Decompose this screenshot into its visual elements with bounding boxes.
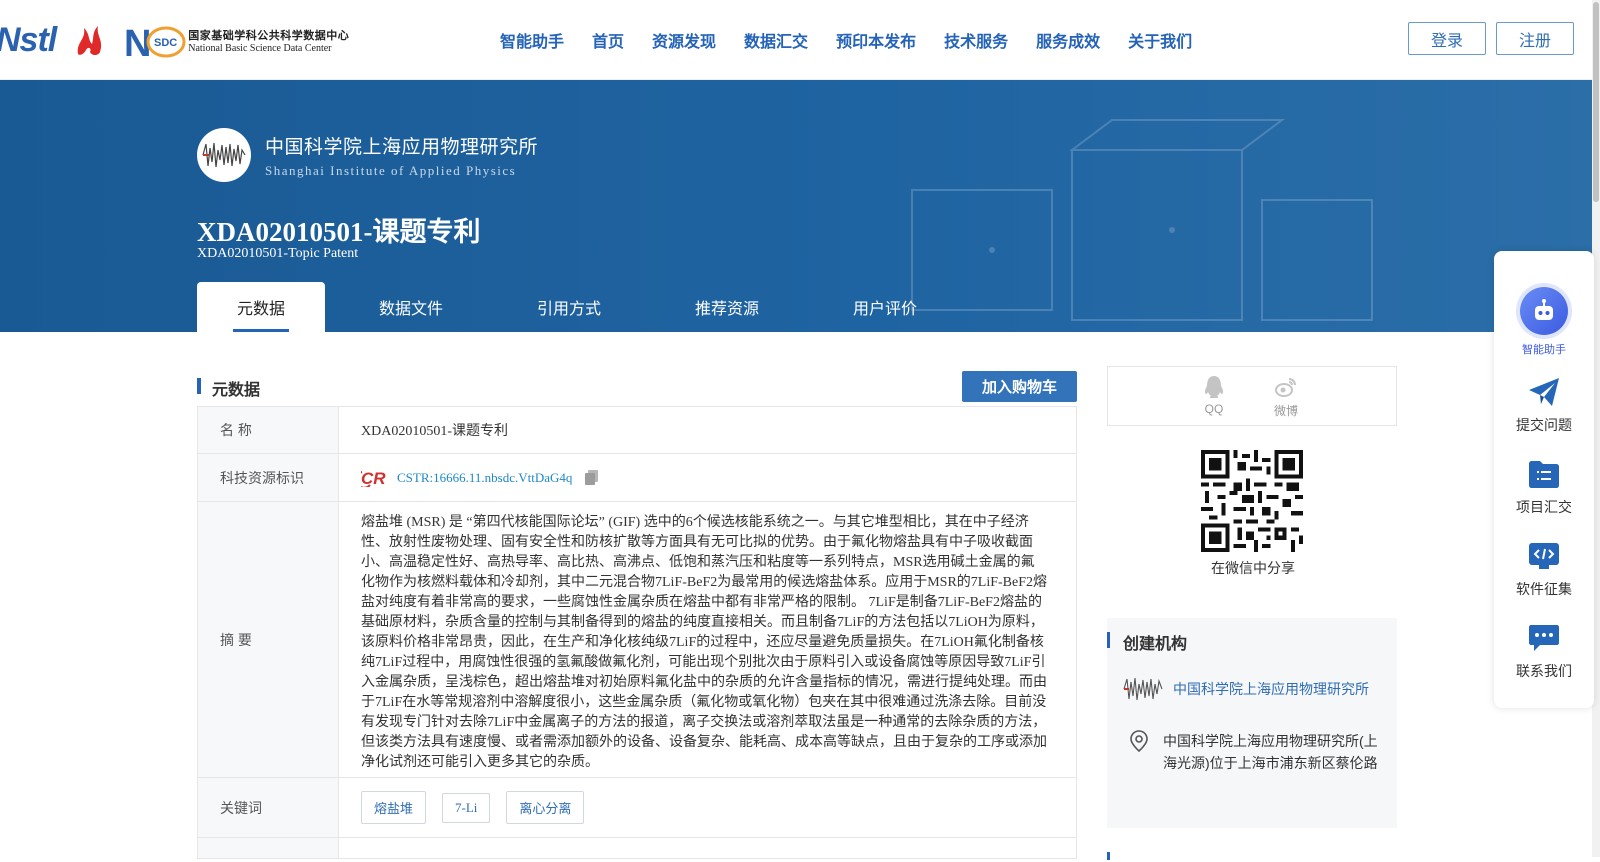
location-pin-icon [1130, 730, 1148, 752]
login-button[interactable]: 登录 [1408, 22, 1486, 55]
nav-about[interactable]: 关于我们 [1128, 28, 1192, 52]
tab-metadata[interactable]: 元数据 [197, 282, 325, 332]
qq-label: QQ [1204, 402, 1224, 416]
nstl-logo[interactable]: Nstl [0, 21, 57, 60]
float-software-label: 软件征集 [1516, 581, 1572, 597]
org-logo-icon [1123, 677, 1163, 701]
tab-user-reviews[interactable]: 用户评价 [813, 282, 957, 332]
nsdc-mark-icon: N SDC [124, 23, 186, 60]
code-window-icon [1527, 539, 1561, 573]
float-ai-assistant[interactable]: 智能助手 [1494, 287, 1594, 357]
float-project-label: 项目汇交 [1516, 499, 1572, 515]
weibo-icon [1275, 378, 1296, 397]
chat-bubble-icon [1527, 621, 1561, 655]
svg-text:CR: CR [361, 469, 386, 487]
org-section-title: 创建机构 [1123, 636, 1188, 653]
nav-service-results[interactable]: 服务成效 [1036, 28, 1100, 52]
share-box: QQ 微博 [1107, 366, 1397, 426]
nav-preprint[interactable]: 预印本发布 [836, 28, 916, 52]
nav-data-submission[interactable]: 数据汇交 [744, 28, 808, 52]
table-row: 关键词 熔盐堆 7-Li 离心分离 [198, 778, 1076, 838]
dataset-title-cn: XDA02010501-课题专利 [197, 217, 481, 247]
resource-id-cell: CR CSTR:16666.11.nbsdc.VttDaG4q [339, 454, 1076, 501]
svg-text:SDC: SDC [154, 37, 177, 49]
copy-icon[interactable] [584, 469, 600, 487]
float-ai-label: 智能助手 [1522, 344, 1566, 356]
table-row [198, 838, 1076, 858]
cstr-link[interactable]: CSTR:16666.11.nbsdc.VttDaG4q [397, 470, 572, 486]
table-row: 摘 要 熔盐堆 (MSR) 是 “第四代核能国际论坛” (GIF) 选中的6个候… [198, 502, 1076, 778]
float-submit-label: 提交问题 [1516, 417, 1572, 433]
qq-icon [1204, 376, 1224, 398]
robot-icon [1520, 287, 1568, 335]
org-name-row: 中国科学院上海应用物理研究所 [1123, 676, 1369, 702]
float-project-submission[interactable]: 项目汇交 [1494, 457, 1594, 517]
logo-group: Nstl N SDC 国家基础学科公共科学数据中心 National Basic… [0, 18, 349, 62]
institution-logo-icon [202, 142, 246, 168]
abstract-label: 摘 要 [198, 502, 339, 777]
resource-id-label: 科技资源标识 [198, 454, 339, 501]
institution-name-en: Shanghai Institute of Applied Physics [265, 162, 517, 178]
weibo-label: 微博 [1273, 404, 1298, 418]
tab-recommended[interactable]: 推荐资源 [641, 282, 813, 332]
wechat-qr-code [1201, 450, 1303, 552]
share-qq[interactable]: QQ [1194, 375, 1234, 416]
nav-resource-discovery[interactable]: 资源发现 [652, 28, 716, 52]
keyword-tag[interactable]: 7-Li [442, 792, 491, 823]
scrollbar-thumb[interactable] [1593, 2, 1599, 202]
float-software-collection[interactable]: 软件征集 [1494, 539, 1594, 599]
register-button[interactable]: 注册 [1496, 22, 1574, 55]
nav-ai-assistant[interactable]: 智能助手 [500, 28, 564, 52]
org-address-row: 中国科学院上海应用物理研究所(上海光源)位于上海市浦东新区蔡伦路 [1129, 730, 1383, 774]
main-nav: 智能助手 首页 资源发现 数据汇交 预印本发布 技术服务 服务成效 关于我们 [500, 28, 1220, 52]
nav-home[interactable]: 首页 [592, 28, 624, 52]
flame-logo-icon[interactable] [70, 20, 110, 60]
creator-org-box: 创建机构 中国科学院上海应用物理研究所 中国科学院上海应用物理研究所(上海光源)… [1107, 618, 1397, 828]
nav-tech-services[interactable]: 技术服务 [944, 28, 1008, 52]
abstract-text: 熔盐堆 (MSR) 是 “第四代核能国际论坛” (GIF) 选中的6个候选核能系… [361, 515, 1048, 770]
tab-citation[interactable]: 引用方式 [497, 282, 641, 332]
nsdc-name-cn: 国家基础学科公共科学数据中心 [188, 29, 350, 42]
cstr-logo-icon: CR [361, 469, 386, 487]
dataset-tabs: 元数据 数据文件 引用方式 推荐资源 用户评价 [197, 282, 957, 332]
keyword-tag[interactable]: 熔盐堆 [361, 791, 427, 824]
name-value: XDA02010501-课题专利 [361, 424, 508, 439]
floating-side-panel: 智能助手 提交问题 项目汇交 软件征集 联系我们 [1494, 251, 1594, 708]
org-name-link[interactable]: 中国科学院上海应用物理研究所 [1173, 679, 1369, 699]
section-accent-bar [197, 378, 201, 394]
org-address: 中国科学院上海应用物理研究所(上海光源)位于上海市浦东新区蔡伦路 [1163, 733, 1378, 771]
auth-buttons: 登录 注册 [1408, 22, 1574, 55]
section-accent-bar [1107, 632, 1110, 648]
metadata-table: 名 称 XDA02010501-课题专利 科技资源标识 CR CSTR:1666… [197, 406, 1077, 859]
institution-name-cn[interactable]: 中国科学院上海应用物理研究所 [265, 132, 538, 159]
next-section-header [1107, 852, 1397, 862]
dataset-title-en: XDA02010501-Topic Patent [197, 246, 359, 261]
metadata-section-title: 元数据 [212, 382, 261, 399]
table-row: 科技资源标识 CR CSTR:16666.11.nbsdc.VttDaG4q [198, 454, 1076, 502]
metadata-section-header: 元数据 加入购物车 [197, 370, 1077, 402]
folder-list-icon [1527, 457, 1561, 491]
add-to-cart-button[interactable]: 加入购物车 [962, 371, 1077, 402]
paper-plane-icon [1527, 375, 1561, 409]
share-weibo[interactable]: 微博 [1266, 375, 1306, 419]
institution-header: 中国科学院上海应用物理研究所 Shanghai Institute of App… [197, 128, 538, 182]
keywords-cell: 熔盐堆 7-Li 离心分离 [339, 778, 1076, 837]
wechat-share-caption: 在微信中分享 [1211, 560, 1295, 576]
nsdc-logo[interactable]: N SDC 国家基础学科公共科学数据中心 National Basic Scie… [124, 20, 349, 60]
table-row: 名 称 XDA02010501-课题专利 [198, 407, 1076, 454]
float-submit-question[interactable]: 提交问题 [1494, 375, 1594, 435]
nsdc-name-en: National Basic Science Data Center [188, 42, 332, 54]
name-label: 名 称 [198, 407, 339, 453]
tab-data-files[interactable]: 数据文件 [325, 282, 497, 332]
keywords-label: 关键词 [198, 778, 339, 837]
top-header: Nstl N SDC 国家基础学科公共科学数据中心 National Basic… [0, 0, 1600, 80]
float-contact-label: 联系我们 [1516, 663, 1572, 679]
institution-logo [197, 128, 251, 182]
float-contact-us[interactable]: 联系我们 [1494, 621, 1594, 681]
keyword-tag[interactable]: 离心分离 [506, 791, 585, 824]
dataset-banner: 中国科学院上海应用物理研究所 Shanghai Institute of App… [0, 80, 1592, 332]
